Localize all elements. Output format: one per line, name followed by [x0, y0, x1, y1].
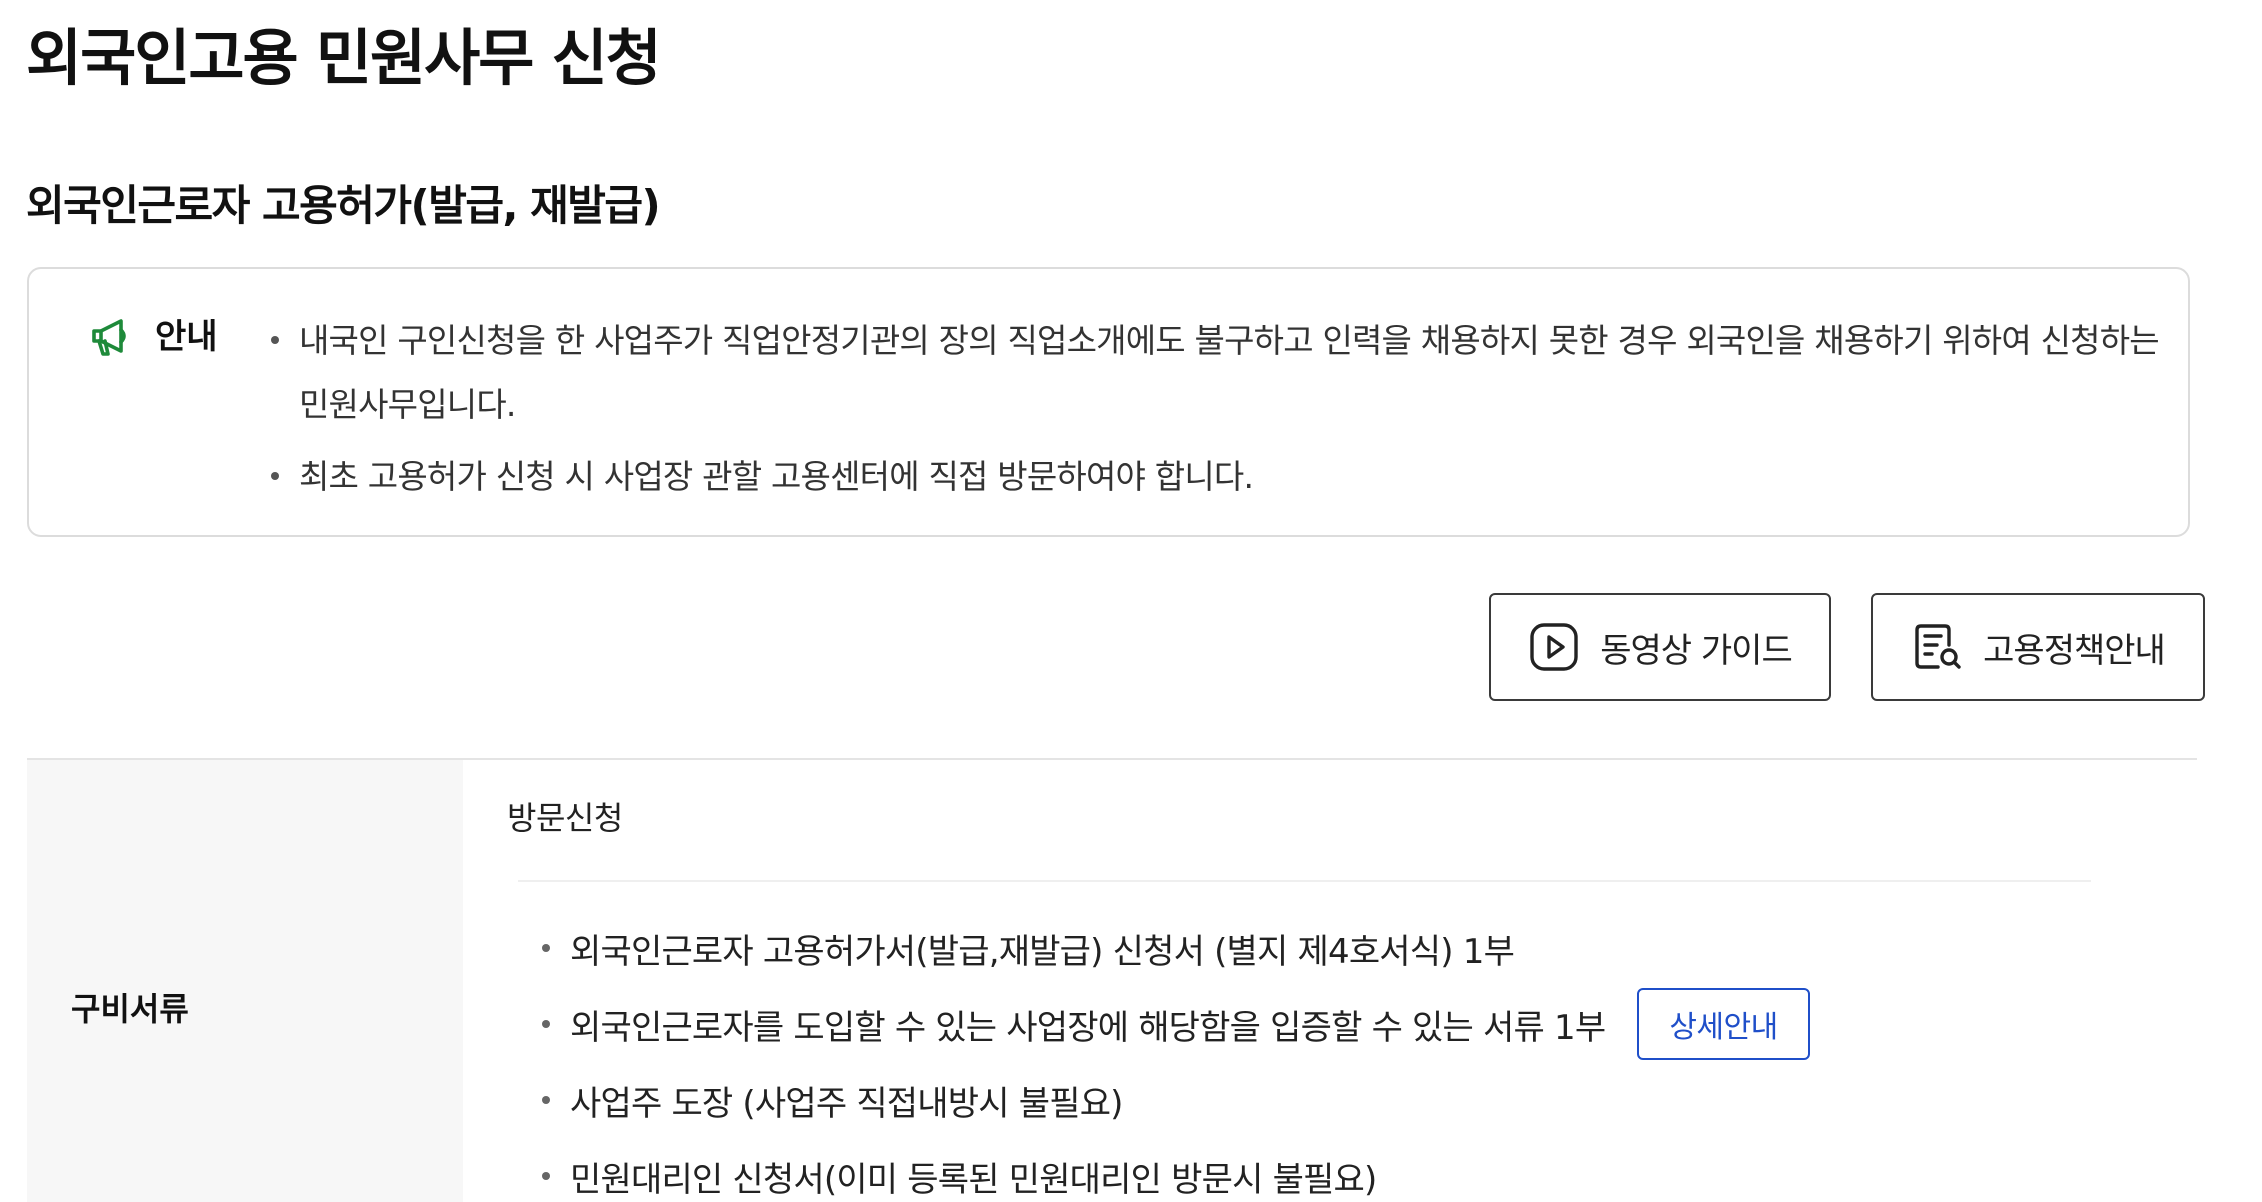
bullet [542, 1096, 550, 1104]
document-item-text: 민원대리인 신청서(이미 등록된 민원대리인 방문시 불필요) [570, 1159, 1377, 1200]
document-search-icon [1915, 624, 1961, 669]
requirements-label: 구비서류 [71, 990, 189, 1028]
video-guide-button[interactable]: 동영상 가이드 [1489, 593, 1831, 701]
requirements-label-cell: 구비서류 [27, 760, 463, 1202]
policy-info-button[interactable]: 고용정책안내 [1871, 593, 2205, 701]
megaphone-icon [85, 313, 133, 361]
policy-info-label: 고용정책안내 [1983, 630, 2166, 671]
bullet [542, 1172, 550, 1180]
video-guide-label: 동영상 가이드 [1600, 630, 1792, 671]
page: 외국인고용 민원사무 신청 외국인근로자 고용허가(발급, 재발급) 안내 내국… [0, 0, 2262, 1202]
notice-item-text: 최초 고용허가 신청 시 사업장 관할 고용센터에 직접 방문하여야 합니다. [299, 457, 1254, 496]
document-item-text: 사업주 도장 (사업주 직접내방시 불필요) [570, 1083, 1123, 1124]
detail-info-button[interactable]: 상세안내 [1637, 988, 1810, 1060]
notice-item: 내국인 구인신청을 한 사업주가 직업안정기관의 장의 직업소개에도 불구하고 … [269, 309, 2160, 437]
bullet [542, 944, 550, 952]
document-item-text: 외국인근로자를 도입할 수 있는 사업장에 해당함을 입증할 수 있는 서류 1… [570, 1007, 1606, 1048]
notice-label: 안내 [155, 317, 218, 357]
document-item: 사업주 도장 (사업주 직접내방시 불필요) [540, 1062, 1810, 1138]
notice-item-text: 내국인 구인신청을 한 사업주가 직업안정기관의 장의 직업소개에도 불구하고 … [299, 321, 2160, 424]
bullet [542, 1020, 550, 1028]
notice-item: 최초 고용허가 신청 시 사업장 관할 고용센터에 직접 방문하여야 합니다. [269, 445, 2159, 509]
notice-list: 내국인 구인신청을 한 사업주가 직업안정기관의 장의 직업소개에도 불구하고 … [269, 309, 2160, 509]
method-divider [518, 880, 2091, 882]
play-icon [1530, 623, 1578, 671]
page-title: 외국인고용 민원사무 신청 [26, 23, 662, 94]
document-item-text: 외국인근로자 고용허가서(발급,재발급) 신청서 (별지 제4호서식) 1부 [570, 931, 1515, 972]
bullet [271, 472, 279, 480]
document-list: 외국인근로자 고용허가서(발급,재발급) 신청서 (별지 제4호서식) 1부 외… [540, 910, 1810, 1202]
document-item: 외국인근로자 고용허가서(발급,재발급) 신청서 (별지 제4호서식) 1부 [540, 910, 1810, 986]
section-title: 외국인근로자 고용허가(발급, 재발급) [26, 181, 661, 230]
document-item: 민원대리인 신청서(이미 등록된 민원대리인 방문시 불필요) [540, 1138, 1810, 1202]
bullet [271, 336, 279, 344]
document-item: 외국인근로자를 도입할 수 있는 사업장에 해당함을 입증할 수 있는 서류 1… [540, 986, 1810, 1062]
notice-box: 안내 내국인 구인신청을 한 사업주가 직업안정기관의 장의 직업소개에도 불구… [27, 267, 2190, 537]
application-method: 방문신청 [507, 799, 623, 837]
